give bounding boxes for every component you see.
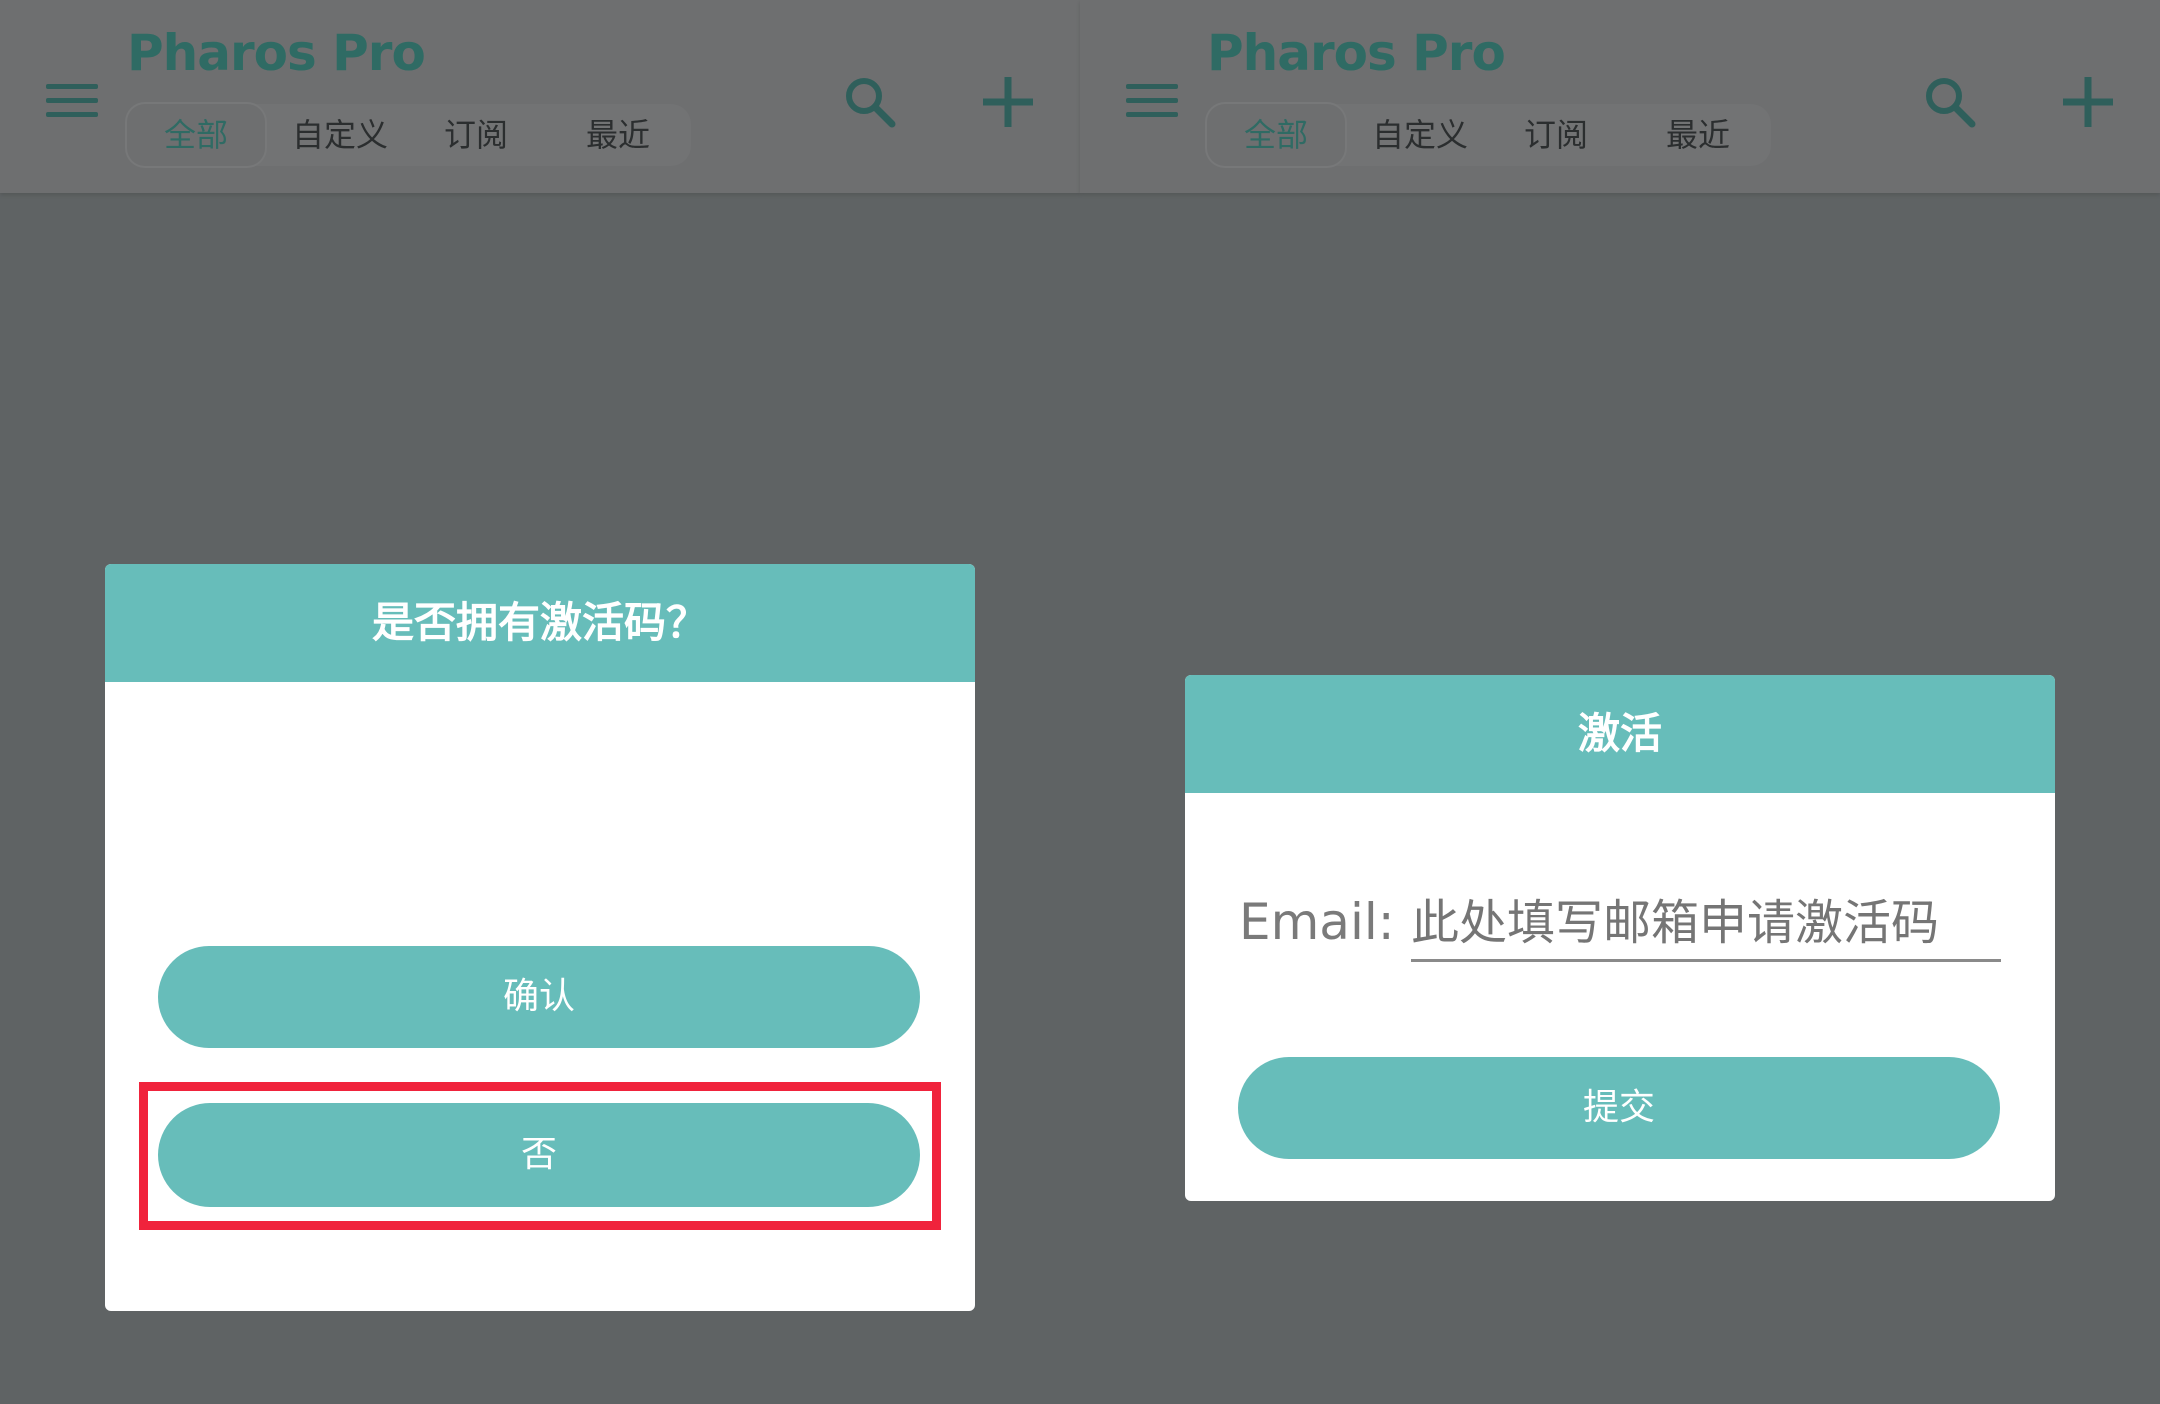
tab-recent[interactable]: 最近: [1643, 104, 1753, 166]
tab-custom[interactable]: 自定义: [1355, 104, 1485, 166]
confirm-button[interactable]: 确认: [158, 946, 920, 1048]
app-title: Pharos Pro: [1207, 24, 1506, 82]
tab-subscriptions[interactable]: 订阅: [421, 104, 531, 166]
left-panel: Pharos Pro 全部 自定义 订阅 最近 是否拥有激活码？ 确认 否: [0, 0, 1080, 1404]
app-bar: Pharos Pro 全部 自定义 订阅 最近: [1080, 0, 2160, 193]
tab-custom[interactable]: 自定义: [275, 104, 405, 166]
right-panel: Pharos Pro 全部 自定义 订阅 最近 激活 Email: 提交: [1080, 0, 2160, 1404]
tab-bar: 全部 自定义 订阅 最近: [1207, 104, 1771, 166]
submit-button[interactable]: 提交: [1238, 1057, 2000, 1159]
menu-icon[interactable]: [46, 80, 98, 122]
tab-bar: 全部 自定义 订阅 最近: [127, 104, 691, 166]
menu-icon[interactable]: [1126, 80, 1178, 122]
search-icon[interactable]: [842, 74, 898, 130]
tab-all[interactable]: 全部: [1207, 104, 1345, 166]
plus-icon[interactable]: [980, 74, 1036, 130]
tab-recent[interactable]: 最近: [563, 104, 673, 166]
tab-all[interactable]: 全部: [127, 104, 265, 166]
search-icon[interactable]: [1922, 74, 1978, 130]
dialog-title: 是否拥有激活码？: [105, 564, 975, 682]
email-input[interactable]: [1411, 887, 2001, 962]
tab-subscriptions[interactable]: 订阅: [1501, 104, 1611, 166]
activate-dialog: 激活 Email: 提交: [1185, 675, 2055, 1201]
no-button[interactable]: 否: [158, 1103, 920, 1207]
dialog-title: 激活: [1185, 675, 2055, 793]
app-bar: Pharos Pro 全部 自定义 订阅 最近: [0, 0, 1080, 193]
email-label: Email:: [1239, 893, 1395, 951]
plus-icon[interactable]: [2060, 74, 2116, 130]
activation-code-dialog: 是否拥有激活码？ 确认 否: [105, 564, 975, 1311]
app-title: Pharos Pro: [127, 24, 426, 82]
